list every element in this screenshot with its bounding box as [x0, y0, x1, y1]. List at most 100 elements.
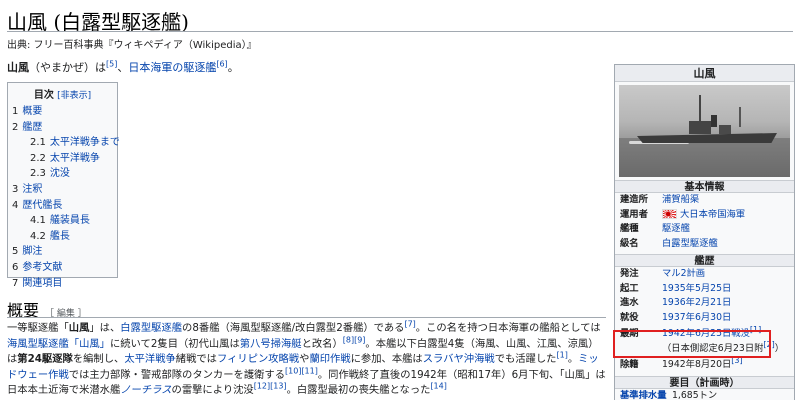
infobox-row-operator: 運用者 大日本帝国海軍 — [615, 208, 794, 223]
ref-link[interactable]: [2] — [763, 339, 774, 348]
link-philippines-campaign[interactable]: フィリピン攻略戦 — [217, 353, 299, 365]
toc-link[interactable]: 太平洋戦争 — [50, 153, 100, 164]
toc-link[interactable]: 関連項目 — [22, 278, 62, 289]
row-value: 1942年8月20日[3] — [662, 356, 794, 373]
ref-link[interactable]: [12][13] — [254, 382, 287, 391]
text: でも活躍した — [494, 353, 557, 365]
photo-hull — [637, 133, 777, 143]
infobox-section-history: 艦歴 — [615, 254, 794, 267]
photo-sea — [619, 138, 790, 177]
toc-item-7[interactable]: 7 関連項目 — [12, 276, 113, 292]
table-of-contents: 目次 [非表示] 1 概要 2 艦歴 2.1 太平洋戦争まで 2.2 太平洋戦争 2.3… — [7, 82, 120, 289]
link-umikaze-class-yamakaze[interactable]: 海風型駆逐艦「山風」 — [7, 338, 110, 350]
toc-link[interactable]: 艦歴 — [22, 122, 42, 133]
row-value-link[interactable]: 大日本帝国海軍 — [680, 209, 745, 220]
ref-link[interactable]: [14] — [430, 382, 446, 391]
link-minesweeper-8[interactable]: 第八号掃海艇 — [240, 338, 302, 350]
toc-item-2-1[interactable]: 2.1 太平洋戦争まで — [12, 135, 120, 151]
infobox-section-specs: 要目（計画時） — [615, 375, 794, 389]
toc-num: 7 — [12, 277, 19, 289]
row-value-link[interactable]: 浦賀船渠 — [662, 193, 794, 208]
toc-num: 4 — [12, 199, 19, 211]
text: 一等駆逐艦「 — [7, 322, 69, 334]
infobox-title: 山風 — [615, 65, 794, 82]
row-label-empty — [620, 342, 662, 357]
toc-title: 目次 — [33, 90, 54, 101]
text: を編制し、 — [72, 353, 125, 365]
link-shiratsuyu-class[interactable]: 白露型駆逐艦 — [120, 322, 182, 334]
link-pacific-war[interactable]: 太平洋戦争 — [124, 353, 175, 365]
toc-num: 2.3 — [30, 168, 46, 180]
link-dutch-east-indies[interactable]: 蘭印作戦 — [309, 353, 350, 365]
toc-item-5[interactable]: 5 脚注 — [12, 244, 113, 260]
text: 。白露型最初の喪失艦となった — [286, 384, 431, 396]
row-value-link[interactable]: 白露型駆逐艦 — [662, 237, 794, 252]
toc-item-2-3[interactable]: 2.3 沈没 — [12, 166, 113, 182]
row-label: 最期 — [620, 328, 639, 339]
toc-item-6[interactable]: 6 参考文献 — [12, 260, 113, 276]
text: の雷撃により沈没 — [171, 384, 254, 396]
infobox-row-fate-note: （日本側認定6月23日附[2]） — [615, 339, 794, 357]
toc-link[interactable]: 沈没 — [50, 168, 70, 179]
toc-item-4-2[interactable]: 4.2 艦長 — [12, 229, 113, 245]
ref-link[interactable]: [8][9] — [343, 335, 366, 344]
toc-item-2[interactable]: 2 艦歴 — [12, 120, 113, 136]
link-nautilus[interactable]: ノーチラス — [120, 384, 171, 396]
section-divider — [7, 317, 606, 318]
removed-date: 1942年8月20日 — [662, 359, 732, 370]
text: では主力部隊・警戒部隊のタンカーを護衛する — [68, 368, 286, 381]
toc-num: 1 — [12, 106, 19, 117]
photo-mast — [739, 107, 741, 127]
toc-item-4[interactable]: 4 歴代艦長 — [12, 198, 113, 214]
ref-link[interactable]: [1] — [750, 325, 761, 334]
row-value: 1,685トン — [672, 389, 718, 400]
toc-item-3[interactable]: 3 注釈 — [12, 182, 113, 198]
toc-link[interactable]: 概要 — [22, 106, 42, 117]
toc-num: 4.2 — [30, 230, 46, 242]
lead-ref-5[interactable]: [5] — [106, 59, 117, 68]
ship-photo[interactable] — [619, 85, 790, 177]
link-ijn-destroyer[interactable]: 日本海軍の駆逐艦 — [128, 61, 216, 74]
row-label-link[interactable]: 基準排水量 — [620, 389, 672, 400]
ref-link[interactable]: [1] — [556, 351, 567, 360]
toc-link[interactable]: 脚注 — [22, 246, 42, 257]
toc-hide-toggle[interactable]: [非表示] — [57, 91, 91, 101]
toc-link[interactable]: 参考文献 — [22, 262, 62, 273]
row-value-link[interactable]: 1936年2月21日 — [662, 296, 794, 311]
toc-item-4-1[interactable]: 4.1 艤装員長 — [12, 213, 113, 229]
ref-link[interactable]: [10][11] — [285, 366, 318, 375]
toc-item-1[interactable]: 1 概要 — [12, 104, 113, 120]
bold-text: 第24駆逐隊 — [17, 353, 73, 365]
row-label: 除籍 — [620, 359, 639, 370]
infobox-row-builder: 建造所 浦賀船渠 — [615, 193, 794, 208]
lead-sep: 、 — [117, 61, 129, 74]
toc-link[interactable]: 注釈 — [22, 184, 42, 195]
text: に続いて2隻目（初代山風は — [109, 337, 240, 350]
row-label: 進水 — [620, 297, 639, 308]
text: の8番艦（海風型駆逐艦/改白露型2番艦）である — [182, 322, 405, 334]
toc-link[interactable]: 艤装員長 — [50, 215, 90, 226]
ref-link[interactable]: [7] — [404, 320, 415, 329]
text: や — [299, 353, 310, 365]
row-value-link[interactable]: 1937年6月30日 — [662, 311, 794, 326]
toc-link[interactable]: 歴代艦長 — [22, 200, 62, 211]
row-value-link[interactable]: 1935年5月25日 — [662, 282, 794, 297]
row-label: 級名 — [620, 237, 639, 249]
row-label: 艦種 — [620, 223, 639, 234]
toc-item-2-2[interactable]: 2.2 太平洋戦争 — [12, 151, 113, 167]
infobox: 山風 基本情報 建造所 浦賀船渠 運用者 大日本帝国海軍 艦種 駆逐艦 級名 白露型駆逐… — [614, 64, 795, 400]
toc-link[interactable]: 太平洋戦争まで — [50, 137, 120, 148]
infobox-row-type: 艦種 駆逐艦 — [615, 222, 794, 237]
site-subtitle: 出典: フリー百科事典『ウィキペディア（Wikipedia）』 — [7, 40, 257, 51]
toc-link[interactable]: 艦長 — [50, 231, 70, 242]
row-value-link[interactable]: 1942年6月25日戦没 — [662, 328, 750, 339]
row-value-link[interactable]: マル2計画 — [662, 267, 794, 282]
text: 緒戦では — [175, 353, 217, 365]
text: に参加、本艦は — [350, 353, 423, 365]
link-java-sea-battle[interactable]: スラバヤ沖海戦 — [423, 353, 495, 365]
lead-ref-6[interactable]: [6] — [216, 59, 227, 68]
ref-link[interactable]: [3] — [731, 356, 742, 365]
toc-list: 1 概要 2 艦歴 2.1 太平洋戦争まで 2.2 太平洋戦争 2.3 沈没 3 注釈 4歴… — [12, 104, 120, 292]
row-value-link[interactable]: 駆逐艦 — [662, 222, 794, 237]
row-value: 大日本帝国海軍 — [662, 208, 794, 223]
